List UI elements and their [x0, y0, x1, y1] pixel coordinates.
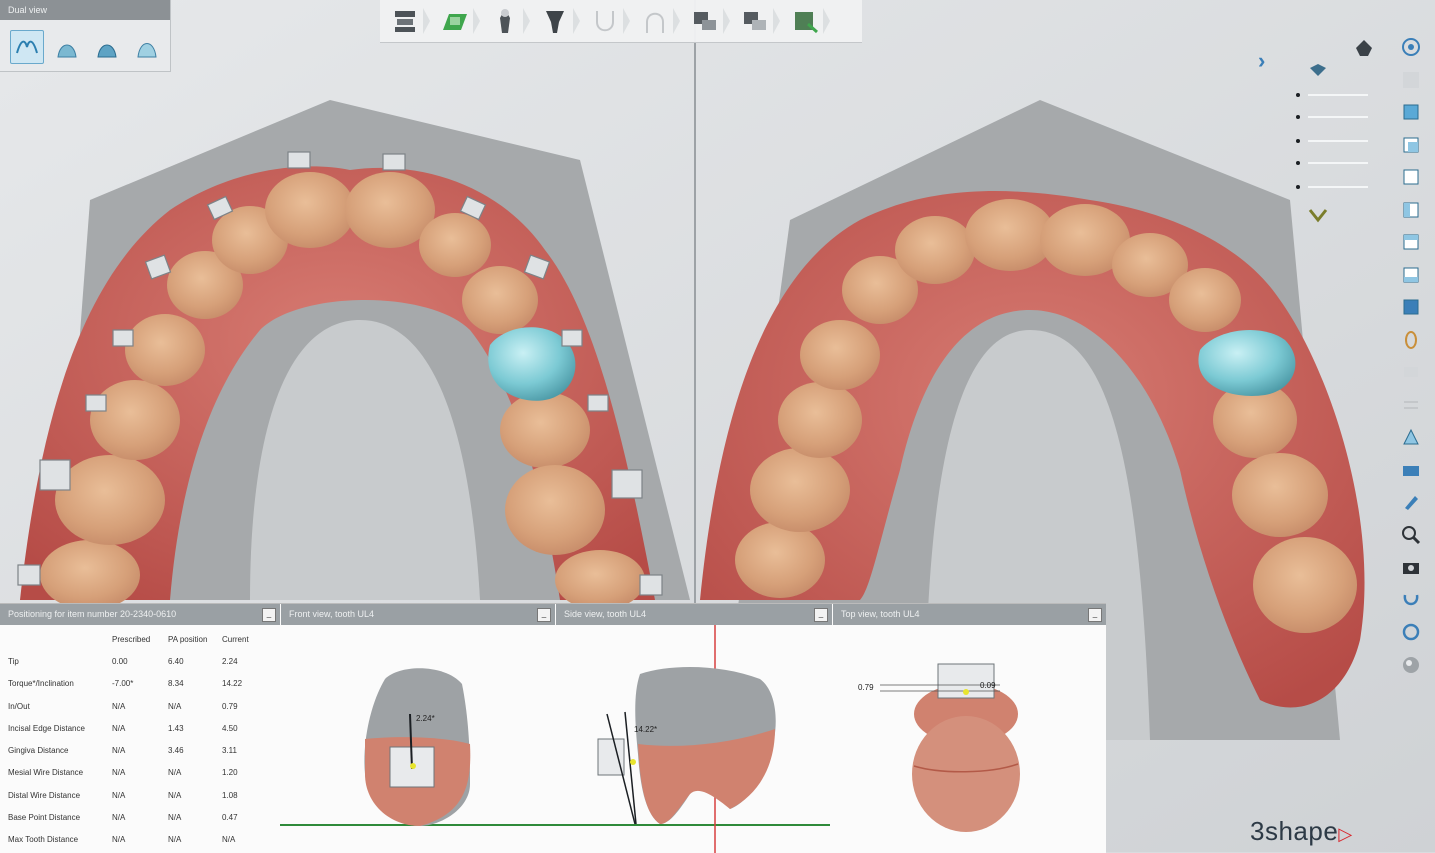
- transparency-icon: [1405, 330, 1417, 349]
- cross-section-icon: [1403, 465, 1419, 476]
- step-bracket-placement[interactable]: [680, 0, 730, 42]
- side-view-angle-label: 14.22*: [634, 725, 657, 734]
- top-view-tooth[interactable]: [880, 663, 1020, 832]
- viewport-divider: [694, 0, 696, 603]
- front-view-tooth[interactable]: [364, 668, 471, 826]
- redo-button[interactable]: [1398, 619, 1424, 645]
- slider-brackets[interactable]: [1290, 86, 1390, 104]
- side-view-tooth[interactable]: [597, 667, 776, 825]
- grid-icon: [1404, 400, 1418, 409]
- dual-view-title: Dual view: [0, 0, 170, 20]
- tooth-segmentation-icon: [500, 9, 510, 33]
- 3d-viewport[interactable]: Dual view › Positioning for item number …: [0, 0, 1435, 853]
- bracket-adjust-icon: [744, 12, 766, 30]
- side-view-bracket[interactable]: [597, 738, 625, 776]
- view-front-icon: [1403, 104, 1419, 120]
- collapse-panel-chevron-icon[interactable]: ›: [1258, 48, 1265, 74]
- upper-model-visibility-icon: [1356, 40, 1372, 56]
- bite-view-button[interactable]: [10, 30, 44, 64]
- top-view-left-label: 0.79: [858, 683, 874, 692]
- export-icon: [795, 12, 818, 34]
- bracket-info-panel: Positioning for item number 20-2340-0610…: [0, 603, 1106, 853]
- lower-jaw-icon: [97, 44, 117, 58]
- upper-jaw-icon: [57, 44, 77, 58]
- step-tooth-segmentation[interactable]: [480, 0, 530, 42]
- view-left-button[interactable]: [1398, 164, 1424, 190]
- grid-button[interactable]: [1398, 392, 1424, 418]
- measure-button[interactable]: [1398, 424, 1424, 450]
- brand-logo: 3shape▷: [1250, 816, 1353, 847]
- slider-bracket-bases[interactable]: [1290, 108, 1390, 126]
- step-lower-arch[interactable]: [630, 0, 680, 42]
- zoom-button[interactable]: [1398, 522, 1424, 548]
- slider-gingiva[interactable]: [1290, 154, 1390, 172]
- model-setup-icon: [395, 11, 415, 32]
- zoom-icon: [1402, 525, 1421, 544]
- gingiva-visibility-icon: [1310, 64, 1326, 76]
- view-front-button[interactable]: [1398, 99, 1424, 125]
- slider-arch[interactable]: [1290, 132, 1390, 150]
- view-bottom-icon: [1403, 267, 1419, 282]
- cross-section-button[interactable]: [1398, 457, 1424, 483]
- pan-icon: [1403, 71, 1419, 88]
- top-view-right-label: 0.09: [980, 681, 996, 690]
- clip-plane-button[interactable]: [1398, 359, 1424, 385]
- workflow-toolbar: [380, 0, 862, 43]
- transparency-button[interactable]: [1398, 327, 1424, 353]
- view-back-icon: [1403, 137, 1419, 152]
- view-right-button[interactable]: [1398, 197, 1424, 223]
- annotate-button[interactable]: [1398, 489, 1424, 515]
- step-bracket-adjust[interactable]: [730, 0, 780, 42]
- view-right-icon: [1403, 202, 1419, 217]
- pan-view-button[interactable]: [1398, 67, 1424, 93]
- camera-icon: [1403, 563, 1419, 574]
- brand-triangle-icon: ▷: [1338, 824, 1353, 844]
- brand-name: 3shape: [1250, 816, 1339, 846]
- view-left-icon: [1403, 169, 1419, 185]
- undo-button[interactable]: [1398, 587, 1424, 613]
- visibility-sliders: [1290, 40, 1390, 240]
- slider-teeth[interactable]: [1290, 178, 1390, 196]
- step-model-setup[interactable]: [380, 0, 430, 42]
- refresh-icon: [1402, 623, 1420, 641]
- view-back-button[interactable]: [1398, 132, 1424, 158]
- step-tooth-axis[interactable]: [530, 0, 580, 42]
- scan-prep-icon: [443, 14, 467, 30]
- clip-plane-icon: [1404, 367, 1418, 377]
- tooth-axis-icon: [546, 11, 564, 33]
- lower-arch-icon: [646, 12, 664, 33]
- lower-jaw-button[interactable]: [90, 30, 124, 64]
- view-iso-button[interactable]: [1398, 294, 1424, 320]
- pen-icon: [1405, 496, 1418, 510]
- right-tool-column: [1393, 34, 1429, 673]
- rotate-view-button[interactable]: [1398, 34, 1424, 60]
- step-scan-prep[interactable]: [430, 0, 480, 42]
- step-upper-arch[interactable]: [580, 0, 630, 42]
- both-jaws-icon: [137, 43, 157, 58]
- view-iso-icon: [1403, 299, 1419, 315]
- rotate-icon: [1402, 38, 1420, 56]
- bracket-placement-icon: [694, 12, 716, 30]
- settings-button[interactable]: [1398, 652, 1424, 678]
- measure-icon: [1403, 428, 1419, 445]
- step-export[interactable]: [780, 0, 830, 42]
- undo-icon: [1403, 594, 1419, 605]
- front-view-angle-label: 2.24*: [416, 714, 435, 723]
- dual-view-panel: Dual view: [0, 0, 171, 72]
- view-bottom-button[interactable]: [1398, 262, 1424, 288]
- globe-icon: [1403, 656, 1419, 673]
- view-top-icon: [1403, 234, 1419, 250]
- bite-view-icon: [16, 40, 38, 54]
- view-top-button[interactable]: [1398, 229, 1424, 255]
- upper-arch-icon: [596, 11, 614, 32]
- antagonist-visibility-icon: [1308, 209, 1328, 223]
- tooth-views[interactable]: 2.24* 14.22* 0.79 0.09: [0, 604, 1106, 853]
- both-jaws-button[interactable]: [130, 30, 164, 64]
- screenshot-button[interactable]: [1398, 554, 1424, 580]
- upper-jaw-button[interactable]: [50, 30, 84, 64]
